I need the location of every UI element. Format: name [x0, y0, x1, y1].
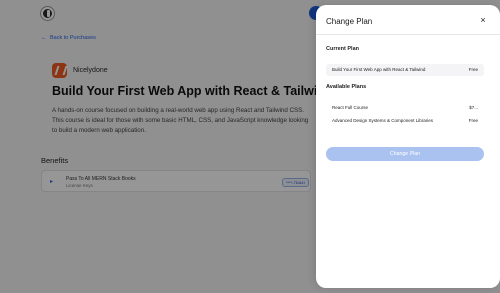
plan-option-price: $7...: [469, 105, 478, 110]
plan-option-name: React Full Course: [332, 105, 369, 110]
change-plan-button[interactable]: Change Plan: [326, 147, 484, 161]
plan-option-name: Advanced Design Systems & Component Libr…: [332, 118, 434, 123]
current-plan-label: Current Plan: [326, 46, 360, 52]
plan-option-price: Free: [468, 118, 478, 123]
available-plan-option[interactable]: Advanced Design Systems & Component Libr…: [326, 115, 484, 127]
current-plan-name: Build Your First Web App with React & Ta…: [332, 67, 426, 72]
available-plan-option[interactable]: React Full Course $7...: [326, 102, 484, 114]
close-icon[interactable]: ×: [478, 15, 488, 25]
modal-title: Change Plan: [326, 17, 373, 26]
change-plan-modal: Change Plan × Current Plan Build Your Fi…: [316, 5, 500, 288]
available-plans-label: Available Plans: [326, 84, 367, 90]
current-plan-price: Free: [468, 67, 478, 72]
current-plan-row: Build Your First Web App with React & Ta…: [326, 64, 484, 76]
modal-divider: [316, 34, 500, 35]
